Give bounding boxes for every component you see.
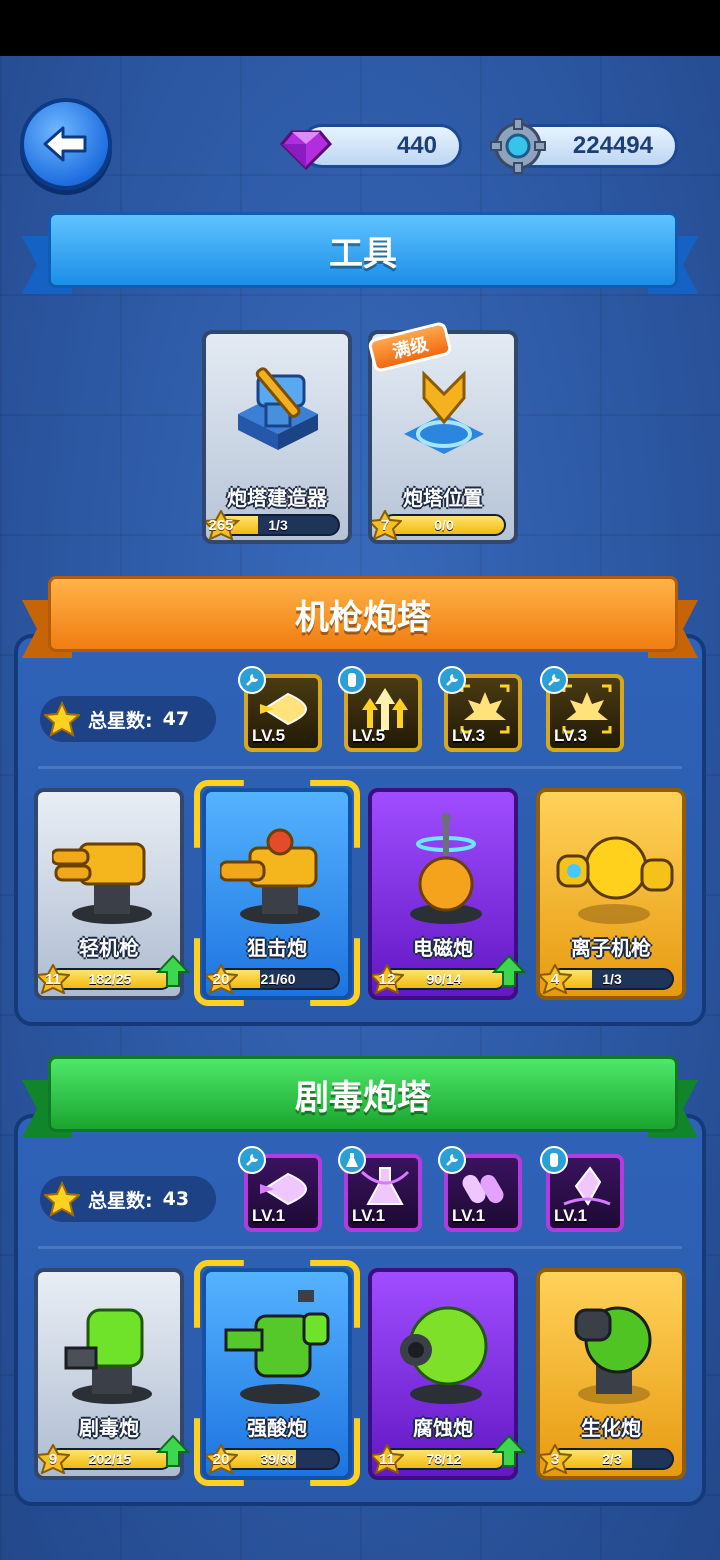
turret-name: 生化炮 [581, 1416, 641, 1440]
turret-card-sniper[interactable]: 狙击炮 21/60 20 [202, 788, 352, 1000]
turret-card-acid[interactable]: 强酸炮 39/60 20 [202, 1268, 352, 1480]
back-button[interactable] [20, 98, 112, 190]
turret-card-biochem[interactable]: 生化炮 2/3 3 [536, 1268, 686, 1480]
potion-icon [540, 1146, 568, 1174]
gear-icon [490, 118, 546, 174]
stars-label: 总星数: [88, 709, 153, 732]
flask-icon [338, 1146, 366, 1174]
tool-name: 炮塔建造器 [227, 486, 327, 510]
level-badge: 265 [206, 510, 240, 540]
machinegun-title: 机枪炮塔 [48, 576, 678, 652]
machinegun-star-total: 总星数: 47 [40, 696, 216, 742]
upgrade-slot[interactable]: LV.5 [238, 666, 322, 752]
turret-icon [400, 1306, 488, 1404]
turret-icon [556, 836, 674, 924]
gem-icon [279, 130, 333, 171]
stars-label: 总星数: [88, 1189, 153, 1212]
upgrade-level: LV.1 [554, 1206, 588, 1225]
upgrade-slot[interactable]: LV.1 [338, 1146, 422, 1232]
upgrade-arrow-icon [492, 954, 526, 987]
wrench-icon [438, 1146, 466, 1174]
wrench-icon [540, 666, 568, 694]
upgrade-arrow-icon [156, 954, 190, 987]
turret-icon [224, 1290, 330, 1404]
star-icon [44, 1181, 80, 1217]
turret-icon [52, 842, 152, 924]
upgrade-level: LV.1 [352, 1206, 386, 1225]
potion-icon [338, 666, 366, 694]
upgrade-level: LV.3 [554, 726, 588, 745]
tools-title: 工具 [48, 212, 678, 288]
upgrade-level: LV.5 [352, 726, 386, 745]
level-badge: 7 [372, 510, 402, 540]
upgrade-slot[interactable]: LV.1 [238, 1146, 322, 1232]
level-badge: 20 [206, 964, 238, 994]
turret-name: 离子机枪 [571, 936, 651, 960]
upgrade-slot[interactable]: LV.3 [540, 666, 624, 752]
upgrade-level: LV.5 [252, 726, 286, 745]
stars-value: 47 [162, 708, 190, 730]
status-bar [0, 0, 720, 56]
upgrade-slot[interactable]: LV.3 [438, 666, 522, 752]
gem-count: 440 [396, 132, 437, 159]
level-badge: 11 [372, 1444, 404, 1474]
turret-icon [220, 828, 320, 924]
poison-header: 剧毒炮塔 [22, 1056, 698, 1138]
poison-title: 剧毒炮塔 [48, 1056, 678, 1132]
level-badge: 20 [206, 1444, 238, 1474]
level-badge: 4 [540, 964, 572, 994]
machinegun-header: 机枪炮塔 [22, 576, 698, 658]
tool-progress-text: 0/0 [434, 517, 454, 533]
tools-header: 工具 [22, 212, 698, 294]
turret-icon [410, 813, 482, 924]
wrench-icon [238, 666, 266, 694]
position-marker-icon [404, 370, 484, 454]
star-icon [44, 701, 80, 737]
upgrade-arrow-icon [156, 1434, 190, 1467]
divider [38, 766, 682, 769]
upgrade-slot[interactable]: LV.5 [338, 666, 422, 752]
turret-card-ion-mg[interactable]: 离子机枪 1/3 4 [536, 788, 686, 1000]
upgrade-arrow-icon [492, 1434, 526, 1467]
stars-value: 43 [162, 1188, 190, 1210]
level-badge: 11 [38, 964, 70, 994]
level-badge: 3 [540, 1444, 572, 1474]
wrench-icon [438, 666, 466, 694]
upgrade-level: LV.1 [252, 1206, 286, 1225]
tool-name: 炮塔位置 [403, 486, 483, 510]
back-arrow-icon [43, 126, 87, 162]
upgrade-slot[interactable]: LV.1 [540, 1146, 624, 1232]
upgrade-level: LV.3 [452, 726, 486, 745]
turret-icon [574, 1306, 652, 1404]
level-badge: 12 [372, 964, 404, 994]
upgrade-slot[interactable]: LV.1 [438, 1146, 522, 1232]
upgrade-level: LV.1 [452, 1206, 486, 1225]
wrench-icon [238, 1146, 266, 1174]
gear-count: 224494 [572, 132, 653, 159]
turret-name: 强酸炮 [247, 1416, 307, 1440]
divider [38, 1246, 682, 1249]
poison-star-total: 总星数: 43 [40, 1176, 216, 1222]
tool-card-turret-builder[interactable]: 炮塔建造器 1/3 265 [202, 330, 352, 544]
turret-icon [64, 1308, 152, 1404]
turret-name: 狙击炮 [247, 936, 307, 960]
level-badge: 9 [38, 1444, 70, 1474]
anvil-wrench-icon [238, 367, 318, 450]
